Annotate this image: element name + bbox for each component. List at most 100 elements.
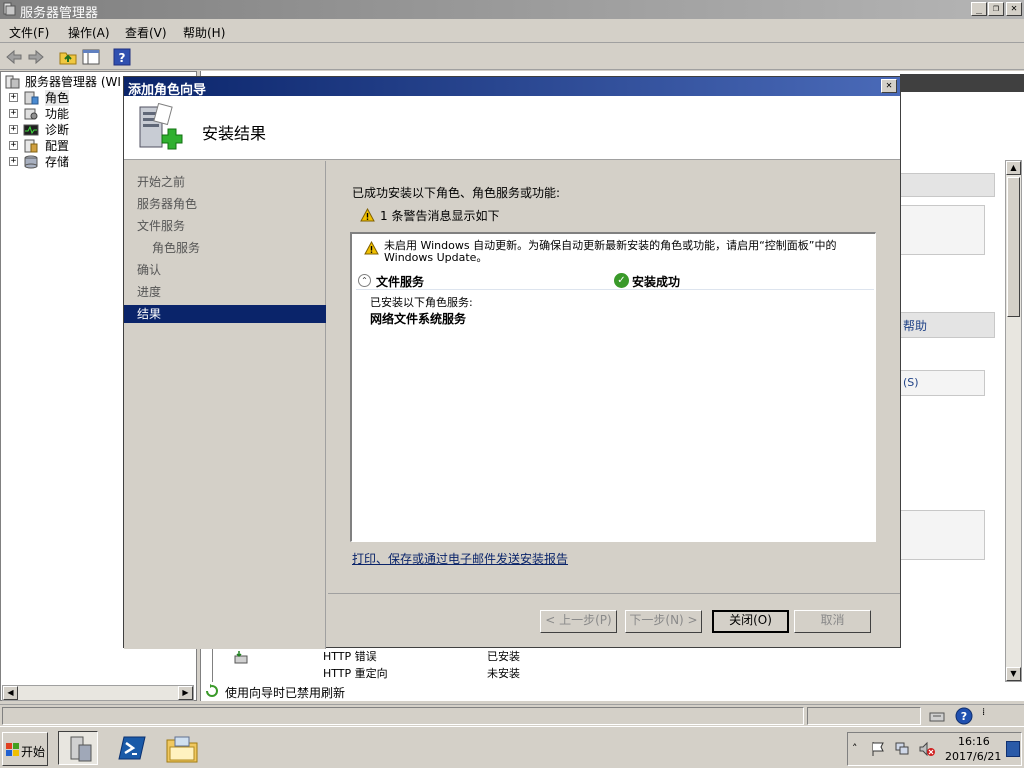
tree-horizontal-scrollbar[interactable]: ◀ ▶ [2, 685, 194, 701]
nav-results[interactable]: 结果 [124, 305, 326, 323]
tree-item-label: 功能 [45, 107, 70, 121]
help-icon[interactable]: ? [112, 47, 132, 67]
menu-help[interactable]: 帮助(H) [183, 24, 225, 41]
expand-icon[interactable]: + [9, 93, 18, 102]
success-message: 已成功安装以下角色、角色服务或功能: [352, 186, 561, 200]
system-tray: ˄ 16:16 2017/6/21 [847, 732, 1022, 766]
nav-role-services[interactable]: 角色服务 [124, 239, 326, 257]
folder-icon [166, 736, 198, 763]
main-titlebar: 服务器管理器 _ ❐ ✕ [0, 0, 1024, 21]
windows-logo-icon [6, 743, 19, 756]
wizard-footer: < 上一步(P) 下一步(N) > 关闭(O) 取消 [328, 593, 900, 647]
status-pane-main [2, 707, 804, 725]
refresh-status-bar: 使用向导时已禁用刷新 [203, 682, 763, 700]
background-row-name: HTTP 重定向 [323, 667, 388, 680]
forward-arrow-icon[interactable] [26, 47, 46, 67]
volume-muted-icon[interactable] [918, 741, 936, 757]
taskbar-powershell[interactable] [112, 731, 152, 765]
expand-icon[interactable]: + [9, 141, 18, 150]
expand-icon[interactable]: + [9, 109, 18, 118]
wizard-navigation: 开始之前 服务器角色 文件服务 角色服务 确认 进度 结果 [124, 161, 326, 649]
roles-icon [24, 91, 39, 105]
expand-icon[interactable]: + [9, 125, 18, 134]
action-center-flag-icon[interactable] [870, 741, 886, 757]
tree-item-label: 诊断 [45, 123, 70, 137]
background-row-status: 已安装 [487, 650, 520, 663]
configuration-icon [24, 139, 38, 153]
result-role-row: ⌃ 文件服务 ✓ 安装成功 [356, 272, 874, 290]
background-help-link[interactable]: 帮助 [900, 312, 995, 338]
diagnostics-icon [23, 124, 39, 136]
windows-update-warning: 未启用 Windows 自动更新。为确保自动更新最新安装的角色或功能，请启用“控… [384, 239, 837, 264]
nav-server-roles[interactable]: 服务器角色 [124, 195, 326, 213]
installed-service-name: 网络文件系统服务 [370, 312, 467, 326]
nav-before-you-begin[interactable]: 开始之前 [124, 173, 326, 191]
role-name: 文件服务 [376, 275, 425, 289]
next-button[interactable]: 下一步(N) > [625, 610, 702, 633]
wizard-close-icon[interactable]: ✕ [881, 79, 897, 93]
scroll-right-arrow-icon[interactable]: ▶ [178, 686, 193, 700]
installed-icon [234, 651, 248, 664]
up-folder-icon[interactable] [58, 47, 78, 67]
clock-date[interactable]: 2017/6/21 [945, 750, 1001, 763]
server-manager-icon [5, 75, 20, 89]
server-manager-icon [70, 736, 92, 762]
wizard-body: 已成功安装以下角色、角色服务或功能: 1 条警告消息显示如下 未启用 Windo… [328, 161, 900, 593]
menu-file[interactable]: 文件(F) [9, 24, 49, 41]
background-panel-snippet: (S) [900, 370, 985, 396]
tree-root-label: 服务器管理器 (WI [25, 75, 121, 89]
keyboard-icon[interactable] [928, 707, 946, 725]
nav-confirmation[interactable]: 确认 [124, 261, 326, 279]
cancel-button[interactable]: 取消 [794, 610, 871, 633]
status-options-icon[interactable]: ⁞ [982, 707, 985, 718]
storage-icon [24, 155, 38, 169]
start-label: 开始 [21, 745, 46, 759]
previous-button[interactable]: < 上一步(P) [540, 610, 617, 633]
scroll-thumb[interactable] [1007, 177, 1020, 317]
wizard-page-title: 安装结果 [202, 124, 267, 143]
close-button[interactable]: 关闭(O) [712, 610, 789, 633]
background-section-header [900, 173, 995, 197]
server-manager-icon [3, 2, 16, 16]
toolbar: ? [0, 44, 1024, 70]
clock-time[interactable]: 16:16 [958, 735, 990, 748]
taskbar-explorer[interactable] [162, 731, 202, 765]
add-role-server-icon [139, 103, 183, 150]
nav-file-services[interactable]: 文件服务 [124, 217, 326, 235]
installation-results-box: 未启用 Windows 自动更新。为确保自动更新最新安装的角色或功能，请启用“控… [350, 232, 876, 542]
restore-button[interactable]: ❐ [988, 2, 1004, 16]
taskbar: 开始 ˄ 16:16 2017/6/21 [0, 726, 1024, 768]
content-vertical-scrollbar[interactable]: ▲ ▼ [1005, 160, 1022, 682]
menu-action[interactable]: 操作(A) [68, 24, 110, 41]
refresh-icon [206, 684, 218, 697]
scroll-left-arrow-icon[interactable]: ◀ [3, 686, 18, 700]
back-arrow-icon[interactable] [4, 47, 24, 67]
tree-item-label: 角色 [45, 90, 70, 106]
status-bar: ? ⁞ [0, 704, 1024, 726]
scroll-down-arrow-icon[interactable]: ▼ [1006, 667, 1021, 681]
svg-text:?: ? [961, 710, 967, 723]
installation-report-link[interactable]: 打印、保存或通过电子邮件发送安装报告 [352, 550, 568, 567]
nav-progress[interactable]: 进度 [124, 283, 326, 301]
powershell-icon [118, 736, 146, 760]
network-icon[interactable] [894, 741, 910, 757]
start-button[interactable]: 开始 [2, 732, 48, 766]
warning-icon [360, 208, 375, 222]
show-hidden-icons-icon[interactable]: ˄ [852, 742, 858, 755]
taskbar-server-manager[interactable] [58, 731, 98, 765]
close-window-button[interactable]: ✕ [1006, 2, 1022, 16]
help-circle-icon[interactable]: ? [955, 707, 973, 725]
success-check-icon: ✓ [614, 273, 629, 288]
menu-view[interactable]: 查看(V) [125, 24, 167, 41]
expand-icon[interactable]: + [9, 157, 18, 166]
show-desktop-button[interactable] [1006, 741, 1020, 757]
wizard-header: 安装结果 [124, 96, 900, 160]
content-header-strip [900, 74, 1024, 92]
minimize-button[interactable]: _ [971, 2, 987, 16]
background-panel [900, 510, 985, 560]
add-roles-wizard-dialog: 添加角色向导 ✕ 安装结果 开始之前 服务器角色 文件服务 角色服务 确认 进度… [123, 76, 901, 649]
show-hide-tree-icon[interactable] [81, 47, 101, 67]
collapse-icon[interactable]: ⌃ [358, 274, 371, 287]
scroll-up-arrow-icon[interactable]: ▲ [1006, 161, 1021, 175]
features-icon [24, 108, 38, 120]
